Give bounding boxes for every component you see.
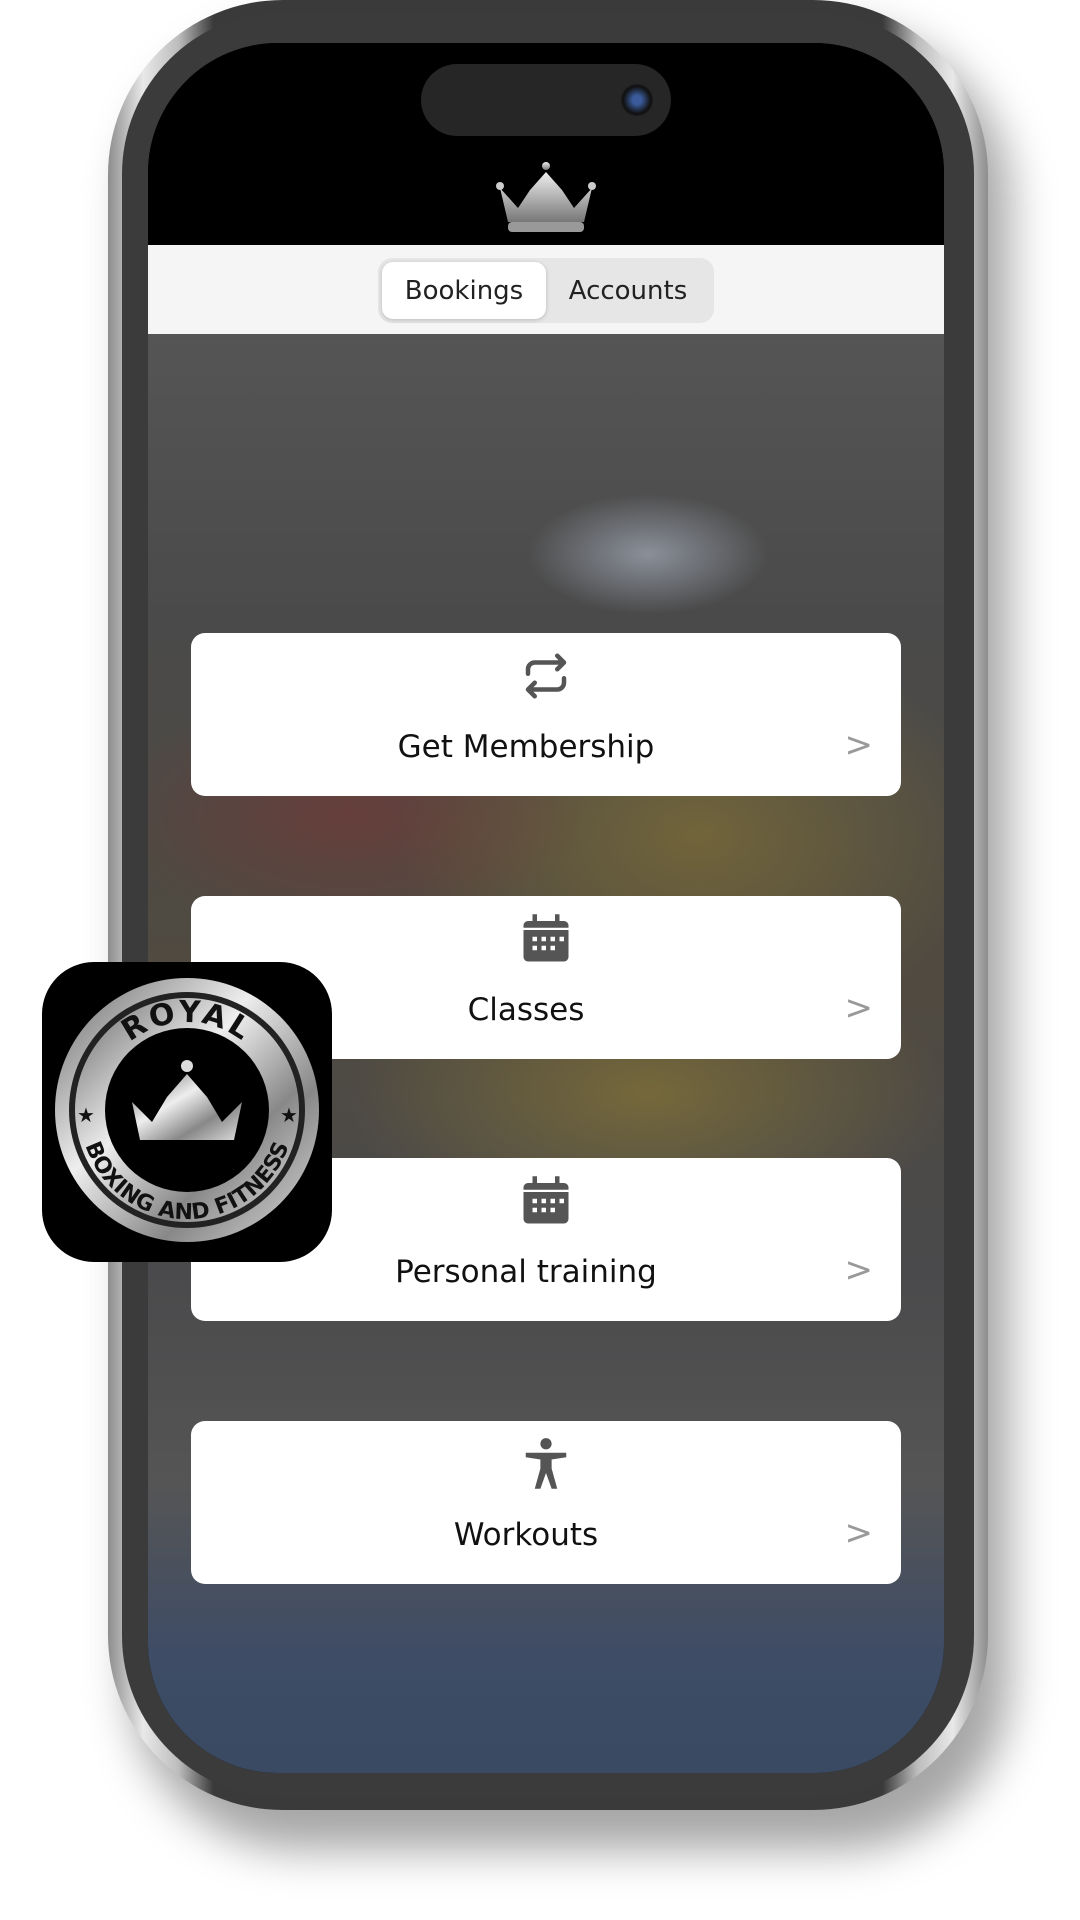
tab-bookings[interactable]: Bookings: [382, 262, 546, 319]
svg-text:★: ★: [280, 1103, 298, 1127]
app-logo-badge: ROYAL BOXING AND FITNESS ★ ★: [42, 962, 332, 1262]
royal-boxing-logo-icon: ROYAL BOXING AND FITNESS ★ ★: [55, 978, 319, 1242]
tab-accounts[interactable]: Accounts: [546, 262, 710, 319]
camera-icon: [621, 84, 653, 116]
menu-item-label: Get Membership: [397, 729, 655, 765]
chevron-right-icon: >: [844, 1250, 874, 1290]
menu-item-label: Workouts: [453, 1517, 599, 1553]
menu-item-workouts[interactable]: Workouts >: [191, 1421, 901, 1584]
crown-logo-icon: [496, 162, 596, 232]
accessibility-person-icon: [525, 1438, 567, 1489]
chevron-right-icon: >: [844, 725, 874, 765]
app-screen: Bookings Accounts Get Membership > Class…: [148, 43, 944, 1773]
menu-item-get-membership[interactable]: Get Membership >: [191, 633, 901, 796]
svg-text:★: ★: [77, 1103, 95, 1127]
calendar-icon: [523, 914, 569, 962]
app-header: [148, 43, 944, 245]
tab-bar: Bookings Accounts: [148, 245, 944, 334]
calendar-icon: [523, 1176, 569, 1224]
repeat-arrows-icon: [525, 653, 567, 699]
segmented-control: Bookings Accounts: [378, 258, 714, 323]
dynamic-island: [421, 64, 671, 136]
chevron-right-icon: >: [844, 988, 874, 1028]
chevron-right-icon: >: [844, 1513, 874, 1553]
